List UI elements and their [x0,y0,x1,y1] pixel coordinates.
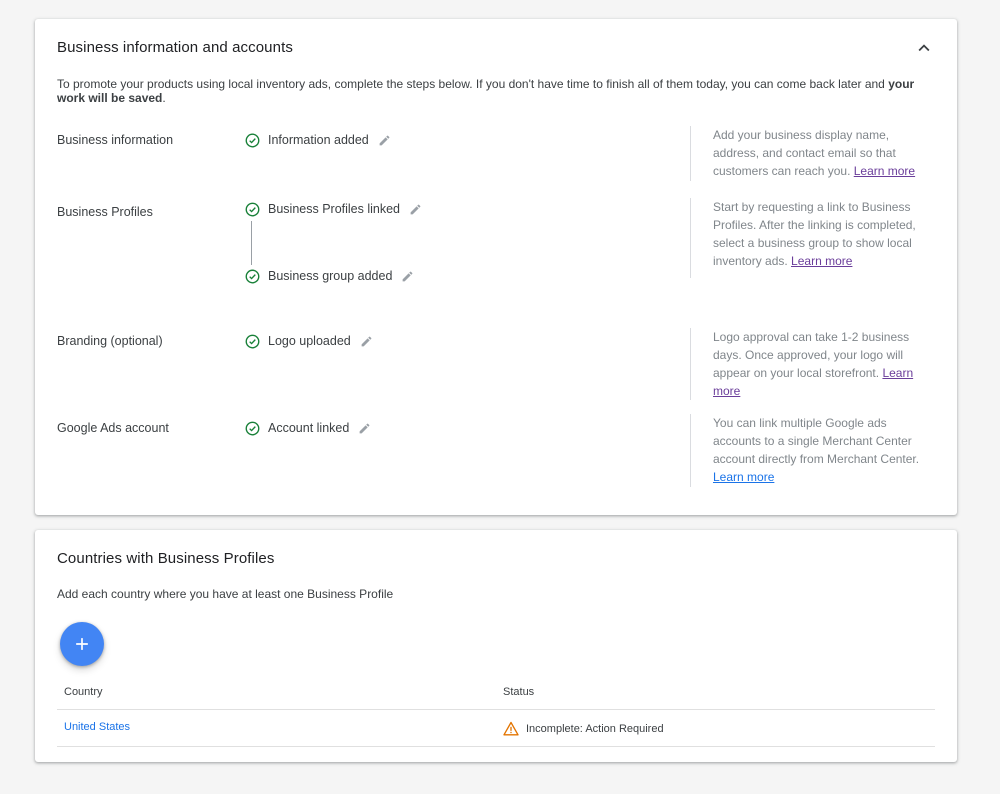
step-label: Logo uploaded [268,334,351,348]
header-divider [57,709,935,710]
business-info-card: Business information and accounts To pro… [35,19,957,515]
learn-more-link[interactable]: Learn more [791,254,852,268]
column-header-status[interactable]: Status [503,686,534,698]
step-label: Information added [268,133,369,147]
help-branding: Logo approval can take 1-2 business days… [690,328,926,400]
warning-triangle-icon [503,721,519,736]
row-divider [57,746,935,747]
row-label-branding: Branding (optional) [57,334,163,348]
pencil-icon[interactable] [409,203,422,216]
card-subtitle: Add each country where you have at least… [57,587,394,601]
chevron-up-icon [918,44,930,52]
pencil-icon[interactable] [378,134,391,147]
intro-text: To promote your products using local inv… [57,77,915,105]
countries-card: Countries with Business Profiles Add eac… [35,530,957,762]
step-business-group-added: Business group added [245,267,414,285]
collapse-button[interactable] [913,37,935,59]
add-country-button[interactable] [60,622,104,666]
row-label-business-profiles: Business Profiles [57,205,153,219]
step-label: Business Profiles linked [268,202,401,216]
pencil-icon[interactable] [401,270,414,283]
help-business-information: Add your business display name, address,… [690,126,926,181]
pencil-icon[interactable] [360,335,373,348]
card-title: Business information and accounts [57,39,293,56]
country-link[interactable]: United States [64,721,130,733]
check-circle-icon [245,133,260,147]
table-row-country: United States [64,721,130,733]
step-label: Business group added [268,269,393,283]
row-label-google-ads-account: Google Ads account [57,421,169,435]
help-google-ads-account: You can link multiple Google ads account… [690,414,926,487]
step-information-added: Information added [245,131,391,149]
learn-more-link[interactable]: Learn more [713,470,774,484]
step-label: Account linked [268,421,350,435]
plus-icon [76,638,88,650]
status-text: Incomplete: Action Required [526,722,664,735]
step-account-linked: Account linked [245,419,371,437]
card-title: Countries with Business Profiles [57,550,275,567]
column-header-country[interactable]: Country [64,686,103,698]
step-logo-uploaded: Logo uploaded [245,332,373,350]
step-business-profiles-linked: Business Profiles linked [245,200,422,218]
learn-more-link[interactable]: Learn more [854,164,915,178]
check-circle-icon [245,202,260,216]
step-connector-line [251,221,252,265]
check-circle-icon [245,269,260,283]
check-circle-icon [245,421,260,435]
pencil-icon[interactable] [358,422,371,435]
row-label-business-information: Business information [57,133,174,147]
table-row-status: Incomplete: Action Required [503,721,664,736]
help-business-profiles: Start by requesting a link to Business P… [690,198,926,278]
check-circle-icon [245,334,260,348]
